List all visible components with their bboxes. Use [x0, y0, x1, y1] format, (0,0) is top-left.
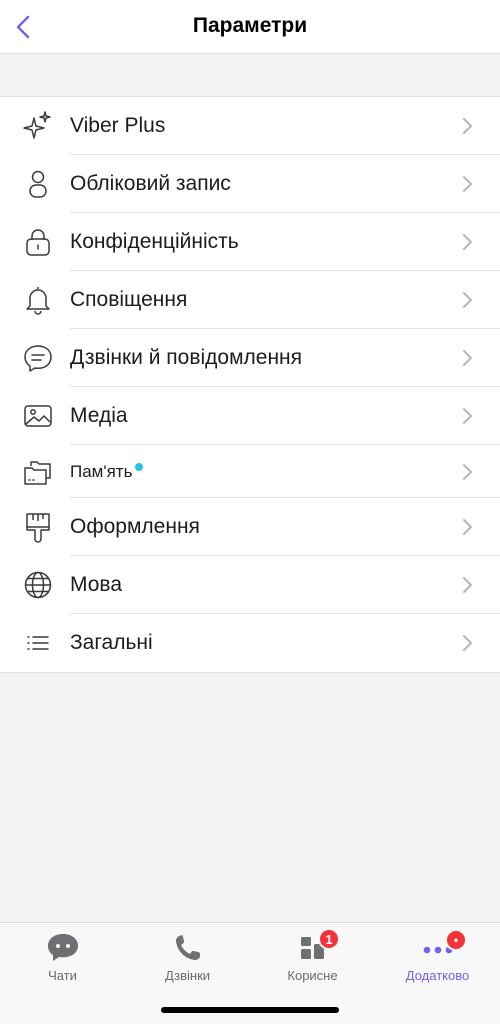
sparkles-icon: [22, 110, 54, 142]
settings-item-label: Viber Plus: [70, 114, 166, 137]
settings-item-calls-messages[interactable]: Дзвінки й повідомлення: [0, 329, 500, 387]
settings-item-label: Конфіденційність: [70, 230, 239, 253]
settings-item-language[interactable]: Мова: [0, 556, 500, 614]
page-title: Параметри: [192, 14, 308, 37]
lock-icon: [22, 226, 54, 258]
tab-label: Додатково: [405, 968, 470, 983]
tab-more[interactable]: • Додатково: [375, 929, 500, 991]
settings-item-label: Пам'ять: [70, 461, 144, 482]
chevron-right-icon: [463, 635, 472, 651]
list-icon: [22, 627, 54, 659]
settings-item-label: Загальні: [70, 631, 153, 654]
settings-item-viber-plus[interactable]: Viber Plus: [0, 97, 500, 155]
notification-badge: •: [445, 929, 467, 951]
settings-item-privacy[interactable]: Конфіденційність: [0, 213, 500, 271]
chevron-right-icon: [463, 577, 472, 593]
settings-item-label: Оформлення: [70, 515, 200, 538]
settings-list: Viber Plus Обліковий запис Конфіденційні…: [0, 96, 500, 673]
settings-item-label: Дзвінки й повідомлення: [70, 346, 303, 369]
chevron-right-icon: [463, 176, 472, 192]
new-indicator-dot: [135, 462, 144, 471]
notification-badge: 1: [318, 928, 340, 950]
settings-item-label: Мова: [70, 573, 123, 596]
settings-item-label: Обліковий запис: [70, 172, 231, 195]
chevron-right-icon: [463, 519, 472, 535]
chevron-right-icon: [463, 234, 472, 250]
home-indicator: [161, 1007, 339, 1013]
settings-item-media[interactable]: Медіа: [0, 387, 500, 445]
settings-item-general[interactable]: Загальні: [0, 614, 500, 672]
folders-icon: [22, 456, 54, 488]
chevron-right-icon: [463, 463, 472, 480]
settings-item-appearance[interactable]: Оформлення: [0, 498, 500, 556]
bell-icon: [22, 284, 54, 316]
tab-useful[interactable]: 1 Корисне: [250, 928, 375, 991]
tab-chats[interactable]: Чати: [0, 931, 125, 991]
navigation-bar: Параметри: [0, 0, 500, 54]
tab-label: Дзвінки: [164, 968, 211, 983]
image-icon: [22, 400, 54, 432]
chevron-right-icon: [463, 408, 472, 424]
chevron-right-icon: [463, 350, 472, 366]
chat-bubble-icon: [22, 342, 54, 374]
tab-calls[interactable]: Дзвінки: [125, 931, 250, 991]
settings-item-label-text: Пам'ять: [70, 461, 133, 481]
person-icon: [22, 168, 54, 200]
tab-label: Корисне: [287, 968, 338, 983]
chevron-right-icon: [463, 292, 472, 308]
settings-item-storage[interactable]: Пам'ять: [0, 445, 500, 498]
settings-item-label: Медіа: [70, 404, 128, 427]
chat-icon: [45, 931, 81, 965]
paintbrush-icon: [22, 511, 54, 543]
phone-icon: [170, 931, 206, 965]
settings-item-account[interactable]: Обліковий запис: [0, 155, 500, 213]
globe-icon: [22, 569, 54, 601]
tab-label: Чати: [48, 968, 77, 983]
settings-item-notifications[interactable]: Сповіщення: [0, 271, 500, 329]
chevron-right-icon: [463, 118, 472, 134]
settings-item-label: Сповіщення: [70, 288, 188, 311]
